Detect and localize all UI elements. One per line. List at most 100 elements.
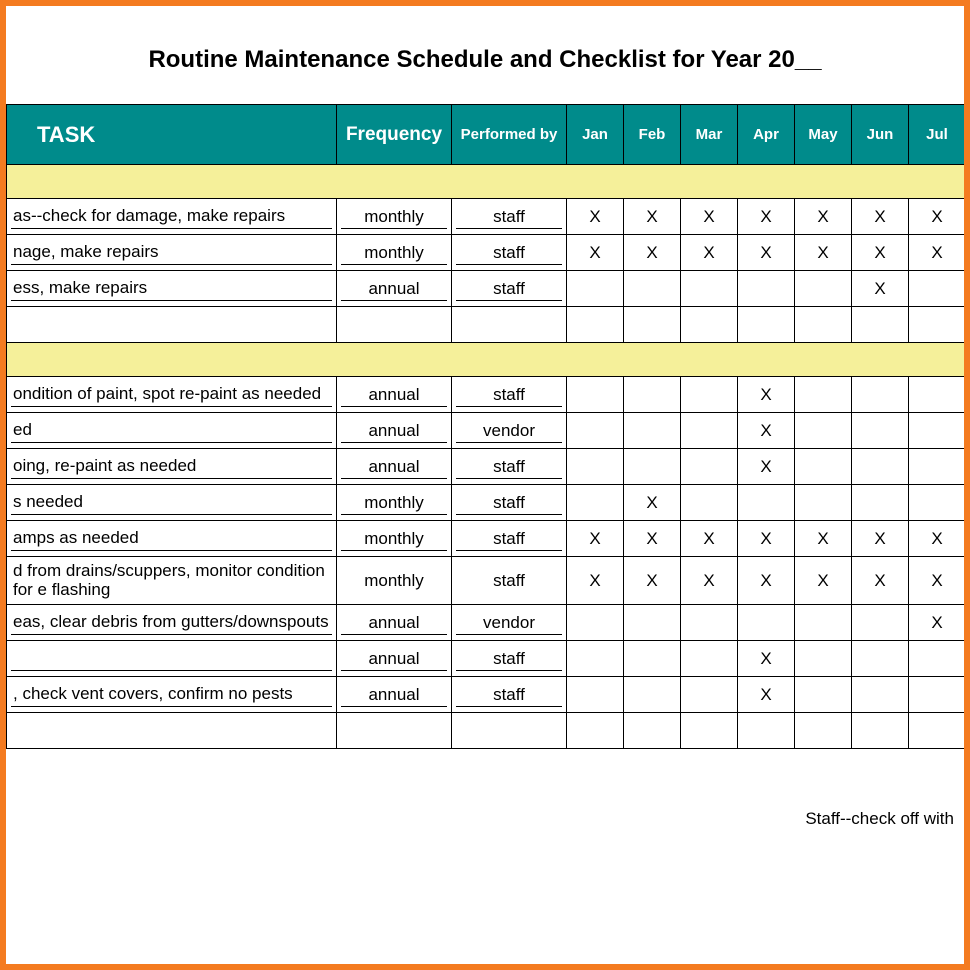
month-mark-cell — [966, 199, 970, 235]
task-cell — [7, 713, 337, 749]
header-task: TASK — [7, 105, 337, 165]
month-mark-cell — [567, 641, 624, 677]
month-mark-cell — [567, 413, 624, 449]
month-mark-cell — [624, 413, 681, 449]
performed-by-cell: staff — [452, 557, 567, 605]
month-mark-cell — [795, 713, 852, 749]
frequency-cell: annual — [337, 271, 452, 307]
header-month-apr: Apr — [738, 105, 795, 165]
month-mark-cell — [738, 605, 795, 641]
schedule-table: TASK Frequency Performed by Jan Feb Mar … — [6, 104, 970, 749]
frequency-cell: monthly — [337, 235, 452, 271]
month-mark-cell — [909, 485, 966, 521]
month-mark-cell — [795, 485, 852, 521]
task-cell — [7, 641, 337, 677]
month-mark-cell: X — [681, 557, 738, 605]
task-cell: ondition of paint, spot re-paint as need… — [7, 377, 337, 413]
table-row: amps as neededmonthlystaffXXXXXXX — [7, 521, 970, 557]
month-mark-cell — [795, 271, 852, 307]
performed-by-cell: vendor — [452, 413, 567, 449]
month-mark-cell: X — [681, 521, 738, 557]
month-mark-cell — [624, 271, 681, 307]
table-row: annualstaffX — [7, 641, 970, 677]
month-mark-cell — [624, 377, 681, 413]
month-mark-cell — [966, 377, 970, 413]
month-mark-cell — [795, 641, 852, 677]
table-row: ondition of paint, spot re-paint as need… — [7, 377, 970, 413]
table-row: oing, re-paint as neededannualstaffX — [7, 449, 970, 485]
frequency-cell: monthly — [337, 199, 452, 235]
month-mark-cell — [795, 677, 852, 713]
table-row: s neededmonthlystaffX — [7, 485, 970, 521]
month-mark-cell — [966, 677, 970, 713]
month-mark-cell: X — [795, 199, 852, 235]
month-mark-cell — [567, 449, 624, 485]
month-mark-cell — [909, 307, 966, 343]
table-row: ess, make repairsannualstaffX — [7, 271, 970, 307]
month-mark-cell — [624, 713, 681, 749]
task-cell: as--check for damage, make repairs — [7, 199, 337, 235]
table-row: edannualvendorX — [7, 413, 970, 449]
month-mark-cell — [852, 413, 909, 449]
month-mark-cell: X — [738, 449, 795, 485]
frequency-cell — [337, 713, 452, 749]
performed-by-cell — [452, 307, 567, 343]
month-mark-cell — [795, 413, 852, 449]
month-mark-cell: X — [738, 413, 795, 449]
month-mark-cell — [852, 449, 909, 485]
table-row: d from drains/scuppers, monitor conditio… — [7, 557, 970, 605]
month-mark-cell — [681, 449, 738, 485]
month-mark-cell: X — [681, 235, 738, 271]
performed-by-cell: staff — [452, 677, 567, 713]
month-mark-cell — [624, 449, 681, 485]
frequency-cell: annual — [337, 677, 452, 713]
header-month-jul: Jul — [909, 105, 966, 165]
table-row: as--check for damage, make repairsmonthl… — [7, 199, 970, 235]
month-mark-cell — [567, 713, 624, 749]
month-mark-cell: X — [567, 557, 624, 605]
section-band-cell — [7, 165, 970, 199]
task-cell: ess, make repairs — [7, 271, 337, 307]
table-row: , check vent covers, confirm no pestsann… — [7, 677, 970, 713]
task-cell: , check vent covers, confirm no pests — [7, 677, 337, 713]
month-mark-cell — [909, 377, 966, 413]
month-mark-cell: X — [624, 199, 681, 235]
month-mark-cell — [966, 307, 970, 343]
header-month-jun: Jun — [852, 105, 909, 165]
frequency-cell: annual — [337, 413, 452, 449]
month-mark-cell: X — [852, 557, 909, 605]
month-mark-cell: X — [909, 235, 966, 271]
month-mark-cell: X — [567, 199, 624, 235]
header-month-mar: Mar — [681, 105, 738, 165]
month-mark-cell: X — [738, 677, 795, 713]
month-mark-cell: X — [624, 235, 681, 271]
month-mark-cell — [681, 605, 738, 641]
month-mark-cell — [909, 271, 966, 307]
month-mark-cell — [852, 377, 909, 413]
month-mark-cell — [852, 307, 909, 343]
page-title: Routine Maintenance Schedule and Checkli… — [6, 6, 964, 104]
header-month-extra — [966, 105, 970, 165]
month-mark-cell — [966, 641, 970, 677]
table-row — [7, 713, 970, 749]
month-mark-cell — [567, 677, 624, 713]
month-mark-cell: X — [738, 235, 795, 271]
month-mark-cell: X — [567, 235, 624, 271]
month-mark-cell — [738, 713, 795, 749]
month-mark-cell — [966, 413, 970, 449]
schedule-sheet: TASK Frequency Performed by Jan Feb Mar … — [6, 104, 964, 749]
month-mark-cell — [738, 271, 795, 307]
month-mark-cell — [681, 271, 738, 307]
month-mark-cell — [852, 641, 909, 677]
performed-by-cell: vendor — [452, 605, 567, 641]
task-cell: s needed — [7, 485, 337, 521]
frequency-cell — [337, 307, 452, 343]
month-mark-cell — [567, 605, 624, 641]
month-mark-cell — [624, 307, 681, 343]
table-row: nage, make repairsmonthlystaffXXXXXXX — [7, 235, 970, 271]
task-cell: oing, re-paint as needed — [7, 449, 337, 485]
month-mark-cell — [909, 677, 966, 713]
task-cell: nage, make repairs — [7, 235, 337, 271]
frequency-cell: annual — [337, 449, 452, 485]
performed-by-cell: staff — [452, 641, 567, 677]
